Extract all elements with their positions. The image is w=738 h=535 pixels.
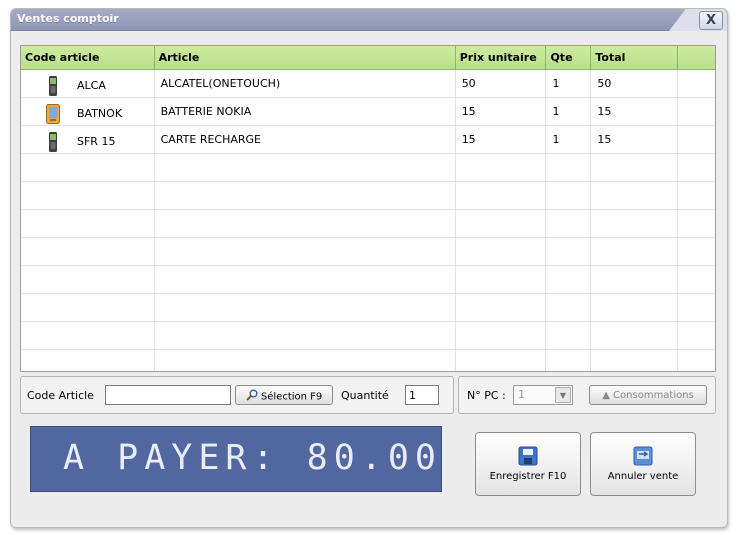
npc-label: N° PC :	[467, 389, 506, 402]
cell-code: BATNOK	[21, 98, 155, 125]
cell-total: 15	[591, 126, 679, 153]
article-entry-group: Code Article Sélection F9 Quantité	[20, 376, 454, 414]
cell-qte: 1	[546, 98, 592, 125]
close-button[interactable]: X	[699, 11, 723, 30]
cell-total: 15	[591, 98, 679, 125]
col-header-code-article[interactable]: Code article	[21, 46, 155, 69]
empty-row	[21, 210, 715, 238]
code-article-label: Code Article	[27, 389, 94, 402]
empty-row	[21, 294, 715, 322]
col-header-total[interactable]: Total	[591, 46, 679, 69]
cell-article: CARTE RECHARGE	[155, 126, 456, 153]
table-header: Code article Article Prix unitaire Qte T…	[21, 46, 715, 70]
cell-article: ALCATEL(ONETOUCH)	[155, 70, 456, 97]
cancel-sale-icon	[633, 446, 653, 466]
table-row[interactable]: BATNOK BATTERIE NOKIA 15 1 15	[21, 98, 715, 126]
enregistrer-button[interactable]: Enregistrer F10	[475, 432, 581, 496]
quantite-input[interactable]	[405, 385, 439, 405]
pc-group: N° PC : 1 ▼ ▲ Consommations	[458, 376, 716, 414]
annuler-vente-button[interactable]: Annuler vente	[590, 432, 696, 496]
cell-total: 50	[591, 70, 679, 97]
empty-row	[21, 266, 715, 294]
enregistrer-label: Enregistrer F10	[489, 471, 567, 482]
quantite-label: Quantité	[341, 389, 389, 402]
entry-toolbar: Code Article Sélection F9 Quantité N° PC…	[20, 376, 716, 414]
cell-qte: 1	[546, 126, 592, 153]
table-row[interactable]: ALCA ALCATEL(ONETOUCH) 50 1 50	[21, 70, 715, 98]
cell-qte: 1	[546, 70, 592, 97]
col-header-qte[interactable]: Qte	[546, 46, 592, 69]
consommations-button[interactable]: ▲ Consommations	[589, 385, 707, 405]
cell-prix: 50	[456, 70, 547, 97]
empty-row	[21, 322, 715, 350]
col-header-prix-unitaire[interactable]: Prix unitaire	[456, 46, 547, 69]
cell-prix: 15	[456, 98, 547, 125]
empty-row	[21, 238, 715, 266]
chevron-down-icon[interactable]: ▼	[555, 387, 571, 403]
save-icon	[518, 446, 538, 466]
mobile-phone-icon	[39, 75, 67, 96]
sales-table: Code article Article Prix unitaire Qte T…	[20, 45, 716, 372]
col-header-extra	[678, 46, 715, 69]
selection-button[interactable]: Sélection F9	[235, 385, 333, 405]
cell-code: ALCA	[21, 70, 155, 97]
cell-prix: 15	[456, 126, 547, 153]
cell-article: BATTERIE NOKIA	[155, 98, 456, 125]
mobile-phone-icon	[39, 131, 67, 152]
empty-row	[21, 154, 715, 182]
amount-due-display: A PAYER: 80.00	[30, 426, 442, 492]
search-icon	[245, 389, 258, 404]
cell-code: SFR 15	[21, 126, 155, 153]
amount-due-text: A PAYER: 80.00	[63, 438, 443, 478]
battery-icon	[39, 103, 67, 124]
window-title: Ventes comptoir	[17, 12, 119, 25]
empty-row	[21, 350, 715, 371]
npc-select[interactable]: 1 ▼	[513, 385, 573, 405]
annuler-label: Annuler vente	[607, 471, 679, 482]
code-article-input[interactable]	[105, 385, 231, 405]
selection-label: Sélection F9	[260, 391, 323, 403]
empty-row	[21, 182, 715, 210]
col-header-article[interactable]: Article	[155, 46, 456, 69]
table-row[interactable]: SFR 15 CARTE RECHARGE 15 1 15	[21, 126, 715, 154]
title-bar: Ventes comptoir X	[11, 9, 727, 31]
